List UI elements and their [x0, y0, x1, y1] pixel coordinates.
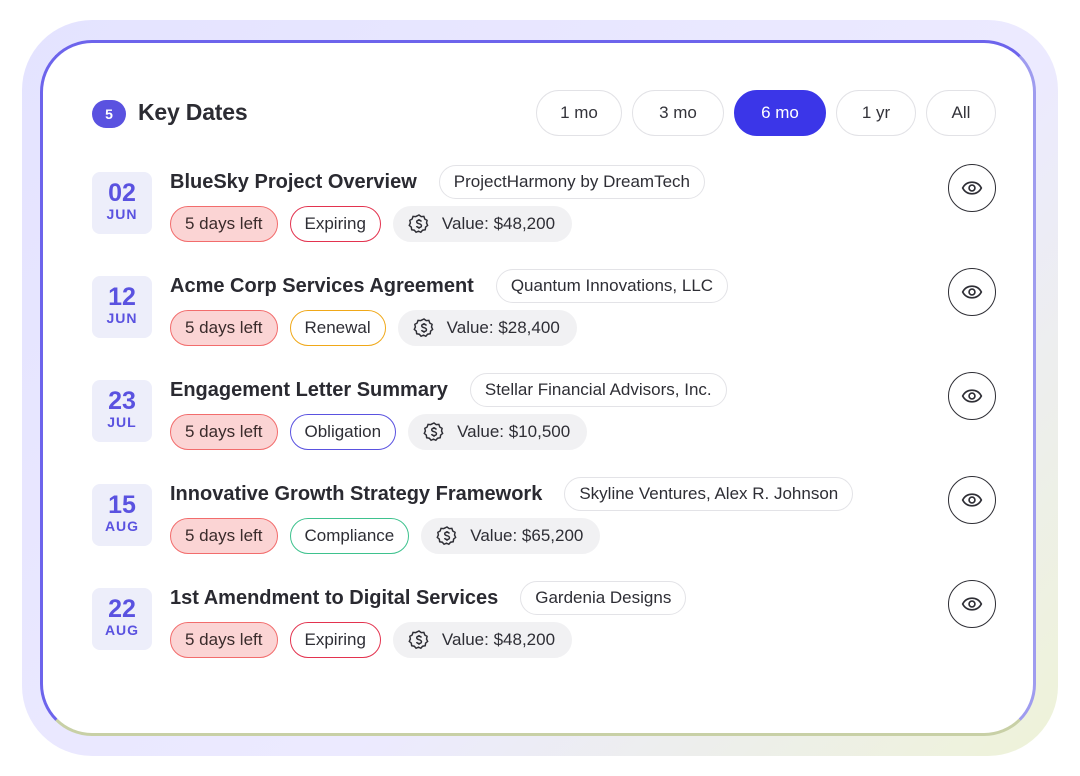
filter-6-months-button[interactable]: 6 mo [734, 90, 826, 136]
filter-3-months-button[interactable]: 3 mo [632, 90, 724, 136]
value-text: Value: $10,500 [457, 422, 571, 441]
date-month: JUL [107, 414, 137, 430]
dollar-circle-icon [413, 318, 434, 338]
date-badge: 22 AUG [92, 588, 152, 650]
period-filter-group: 1 mo 3 mo 6 mo 1 yr All [536, 90, 996, 136]
date-day: 22 [108, 595, 136, 623]
eye-icon [961, 285, 983, 299]
document-title[interactable]: Acme Corp Services Agreement [170, 275, 474, 298]
date-day: 15 [108, 491, 136, 519]
list-item: 22 AUG 1st Amendment to Digital Services… [92, 576, 996, 680]
view-button[interactable] [948, 164, 996, 212]
view-button[interactable] [948, 268, 996, 316]
eye-icon [961, 389, 983, 403]
date-badge: 15 AUG [92, 484, 152, 546]
value-chip: Value: $10,500 [408, 414, 588, 450]
days-left-badge: 5 days left [170, 622, 278, 658]
value-text: Value: $65,200 [470, 526, 584, 545]
list-item: 15 AUG Innovative Growth Strategy Framew… [92, 472, 996, 576]
value-text: Value: $48,200 [441, 630, 556, 649]
date-month: JUN [106, 206, 138, 222]
key-dates-list: 02 JUN BlueSky Project Overview ProjectH… [92, 160, 996, 680]
eye-icon [961, 181, 983, 195]
dollar-circle-icon [408, 214, 429, 234]
days-left-badge: 5 days left [170, 518, 278, 554]
document-title[interactable]: Innovative Growth Strategy Framework [170, 483, 542, 506]
dollar-circle-icon [423, 422, 444, 442]
value-chip: Value: $28,400 [397, 310, 577, 346]
date-month: AUG [104, 622, 140, 638]
company-chip: Stellar Financial Advisors, Inc. [469, 373, 727, 407]
filter-1-month-button[interactable]: 1 mo [536, 90, 622, 136]
value-chip: Value: $48,200 [392, 622, 573, 658]
count-badge: 5 [92, 100, 126, 128]
eye-icon [961, 597, 983, 611]
filter-all-button[interactable]: All [926, 90, 996, 136]
status-tag: Expiring [289, 206, 381, 242]
value-chip: Value: $48,200 [392, 206, 573, 242]
document-title[interactable]: BlueSky Project Overview [170, 171, 417, 194]
company-chip: Skyline Ventures, Alex R. Johnson [564, 477, 854, 511]
days-left-badge: 5 days left [170, 310, 278, 346]
list-item: 12 JUN Acme Corp Services Agreement Quan… [92, 264, 996, 368]
status-tag: Renewal [289, 310, 386, 346]
value-chip: Value: $65,200 [421, 518, 601, 554]
value-text: Value: $28,400 [446, 318, 560, 337]
company-chip: Quantum Innovations, LLC [495, 269, 729, 303]
value-text: Value: $48,200 [441, 214, 556, 233]
list-item: 23 JUL Engagement Letter Summary Stellar… [92, 368, 996, 472]
dollar-circle-icon [436, 526, 457, 546]
dollar-circle-icon [408, 630, 429, 650]
date-day: 02 [108, 179, 136, 207]
date-day: 23 [108, 387, 136, 415]
date-badge: 12 JUN [92, 276, 152, 338]
filter-1-year-button[interactable]: 1 yr [836, 90, 916, 136]
document-title[interactable]: Engagement Letter Summary [170, 379, 448, 402]
view-button[interactable] [948, 580, 996, 628]
eye-icon [961, 493, 983, 507]
date-badge: 23 JUL [92, 380, 152, 442]
company-chip: ProjectHarmony by DreamTech [438, 165, 705, 199]
date-month: JUN [106, 310, 138, 326]
card-header: 5 Key Dates 1 mo 3 mo 6 mo 1 yr All [92, 90, 996, 138]
days-left-badge: 5 days left [170, 414, 278, 450]
date-month: AUG [104, 518, 140, 534]
days-left-badge: 5 days left [170, 206, 278, 242]
company-chip: Gardenia Designs [520, 581, 687, 615]
view-button[interactable] [948, 372, 996, 420]
status-tag: Compliance [289, 518, 410, 554]
document-title[interactable]: 1st Amendment to Digital Services [170, 587, 498, 610]
date-day: 12 [108, 283, 136, 311]
view-button[interactable] [948, 476, 996, 524]
date-badge: 02 JUN [92, 172, 152, 234]
list-item: 02 JUN BlueSky Project Overview ProjectH… [92, 160, 996, 264]
status-tag: Obligation [289, 414, 397, 450]
status-tag: Expiring [289, 622, 381, 658]
card-title: Key Dates [138, 99, 248, 125]
